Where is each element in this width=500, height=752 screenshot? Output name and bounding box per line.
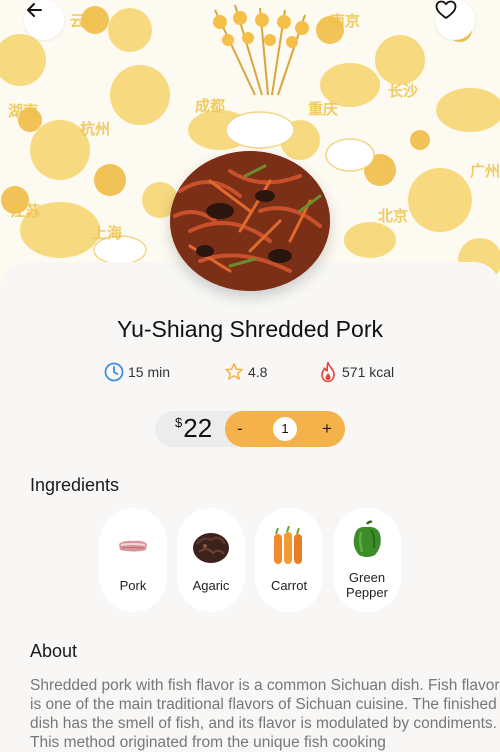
rating: 4.8 — [224, 361, 267, 383]
city-label: 上海 — [92, 224, 123, 242]
ingredient-pork[interactable]: Pork — [99, 508, 167, 612]
increase-quantity-button[interactable]: + — [322, 419, 332, 439]
favorite-button[interactable] — [435, 0, 475, 40]
ingredient-label: Agaric — [192, 578, 230, 593]
currency-symbol: $ — [175, 415, 183, 430]
city-label: 云南 — [70, 12, 101, 30]
decrease-quantity-button[interactable]: - — [237, 419, 243, 439]
green-pepper-icon — [353, 520, 381, 557]
price-amount: 22 — [183, 413, 213, 443]
about-heading: About — [30, 641, 78, 661]
carrot-icon — [274, 526, 302, 564]
quantity-stepper: - 1 + — [225, 411, 345, 447]
ingredient-label: Carrot — [270, 578, 308, 593]
ingredient-green-pepper[interactable]: Green Pepper — [333, 508, 401, 612]
city-label: 北京 — [378, 207, 409, 225]
city-label: 湖南 — [8, 102, 39, 120]
about-description: Shredded pork with fish flavor is a comm… — [30, 677, 500, 751]
price: $22 — [175, 413, 212, 444]
quantity-value: 1 — [273, 417, 297, 441]
dish-title: Yu-Shiang Shredded Pork — [117, 316, 383, 342]
heart-outline-icon — [435, 0, 457, 19]
calories-value: 571 kcal — [342, 364, 395, 380]
dish-image — [170, 151, 330, 291]
ingredient-label: Green Pepper — [346, 570, 388, 600]
star-outline-icon — [225, 363, 243, 380]
city-label: 广州 — [470, 162, 500, 180]
clock-icon — [104, 362, 124, 382]
city-label: 江苏 — [10, 202, 41, 220]
city-label: 杭州 — [80, 120, 111, 138]
cook-time: 15 min — [104, 361, 170, 383]
ingredient-carrot[interactable]: Carrot — [255, 508, 323, 612]
ingredients-heading: Ingredients — [30, 475, 120, 495]
rating-value: 4.8 — [248, 364, 268, 380]
flame-icon — [321, 361, 335, 383]
city-label: 重庆 — [308, 100, 339, 118]
city-label: 南京 — [330, 12, 361, 30]
city-label: 成都 — [195, 97, 226, 115]
back-button[interactable] — [24, 0, 64, 40]
arrow-left-icon — [27, 3, 42, 17]
agaric-icon — [193, 533, 229, 563]
dish-photo — [170, 151, 330, 291]
cook-time-value: 15 min — [128, 364, 171, 380]
city-label: 长沙 — [388, 82, 419, 100]
ingredient-agaric[interactable]: Agaric — [177, 508, 245, 612]
pork-icon — [119, 540, 147, 552]
calories: 571 kcal — [318, 361, 394, 383]
ingredient-label: Pork — [119, 578, 147, 593]
